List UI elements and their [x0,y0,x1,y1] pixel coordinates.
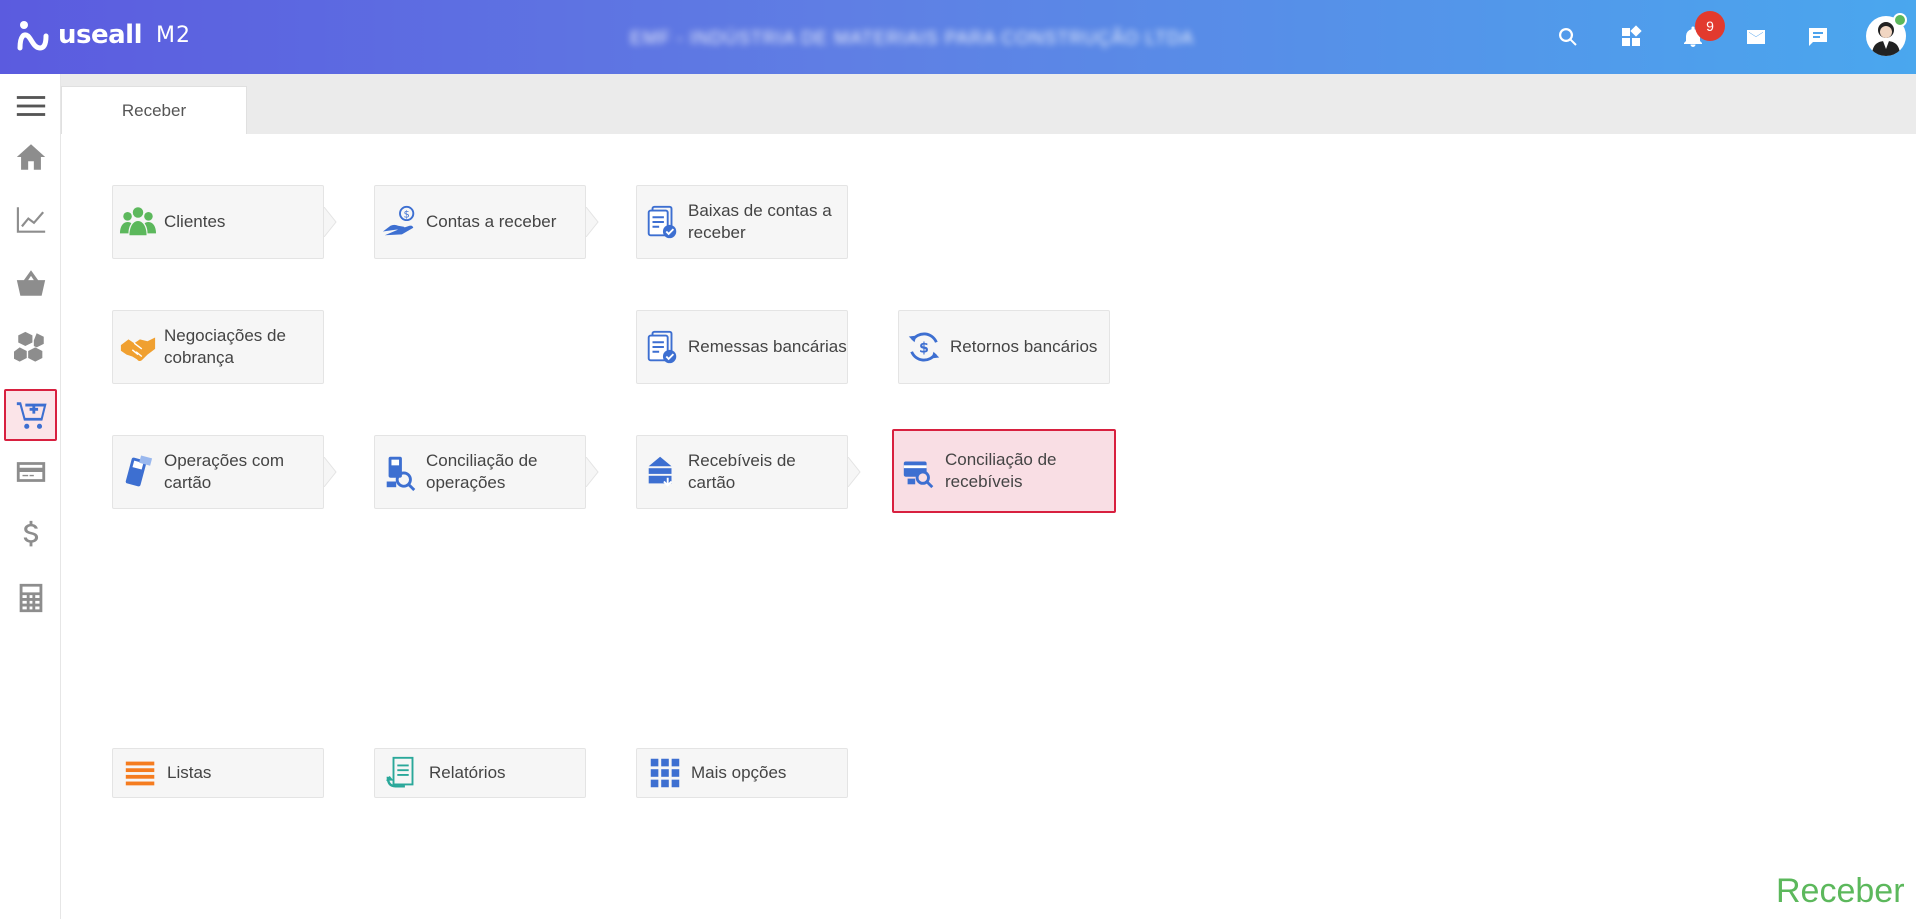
reconcile-operations-icon [380,452,420,492]
tile-label: Remessas bancárias [688,337,847,356]
tile-label: Conciliação de recebíveis [945,449,1057,493]
line-chart-icon [16,207,45,233]
sidebar-item-basket[interactable] [4,257,57,309]
tile-label: Clientes [164,212,226,231]
sidebar-item-receber[interactable] [4,389,57,441]
tile-label-line: Operações com [164,451,284,470]
useall-logo-icon [17,21,49,51]
tile-label: Relatórios [429,763,506,782]
tile-negociacoes-cobranca[interactable]: Negociações de cobrança [112,310,324,384]
dollar-icon [23,520,38,547]
tile-label-line: Conciliação de [945,450,1057,469]
sidebar-item-charts[interactable] [4,194,57,246]
tile-recebiveis-cartao[interactable]: Recebíveis de cartão [636,435,848,509]
top-header: useall M2 EMF - INDÚSTRIA DE MATERIAIS P… [0,0,1916,74]
apps-icon[interactable] [1616,22,1646,52]
cart-plus-icon [16,402,47,429]
tile-remessas-bancarias[interactable]: Remessas bancárias [636,310,848,384]
logo-text: useall [58,20,143,50]
grid-icon [645,753,685,793]
flow-arrow [585,206,599,238]
tile-label: Mais opções [691,763,787,782]
hamburger-icon [16,96,45,116]
search-icon[interactable] [1553,22,1583,52]
refresh-dollar-icon: $ [904,327,944,367]
sidebar-item-calculator[interactable] [4,572,57,624]
flow-arrow [323,206,337,238]
company-name: EMF - INDÚSTRIA DE MATERIAIS PARA CONSTR… [630,28,1195,48]
tile-clientes[interactable]: Clientes [112,185,324,259]
sidebar-item-dollar[interactable] [4,509,57,561]
tile-label: Listas [167,763,212,782]
clients-icon [118,202,158,242]
document-check-icon [642,202,682,242]
tile-label-line: Baixas de contas a [688,201,832,220]
tile-operacoes-cartao[interactable]: Operações com cartão [112,435,324,509]
svg-text:$: $ [404,209,410,220]
tile-label: Baixas de contas a receber [688,200,832,244]
flow-arrow [847,456,861,488]
document-check-icon [642,327,682,367]
calculator-icon [19,583,42,613]
online-status-dot [1893,13,1907,27]
card-receivable-icon [642,452,682,492]
tile-conciliacao-operacoes[interactable]: Conciliação de operações [374,435,586,509]
boxes-icon [13,331,44,362]
credit-card-icon [16,462,45,482]
hand-coin-icon: $ [380,202,420,242]
basket-icon [16,270,45,296]
card-machine-icon [118,452,158,492]
sidebar-item-home[interactable] [4,131,57,183]
app-logo[interactable]: useall M2 [16,18,191,52]
tile-label-line: cobrança [164,348,234,367]
tile-label-line: Negociações de [164,326,286,345]
tile-label-line: recebíveis [945,472,1023,491]
tab-receber[interactable]: Receber [61,86,247,134]
tile-baixas-contas-receber[interactable]: Baixas de contas a receber [636,185,848,259]
tile-label-line: operações [426,473,506,492]
tile-label-line: receber [688,223,746,242]
tile-label: Retornos bancários [950,337,1098,356]
sidebar [0,74,61,919]
report-icon [383,753,423,793]
tile-label-line: Conciliação de [426,451,538,470]
handshake-icon [118,327,158,367]
tile-label: Conciliação de operações [426,450,538,494]
tile-label: Operações com cartão [164,450,284,494]
tab-bar: Receber [61,74,1916,134]
reconcile-receivables-icon [899,451,939,491]
home-icon [16,144,45,170]
tile-label: Recebíveis de cartão [688,451,796,492]
flow-arrow [585,456,599,488]
tile-label: Negociações de cobrança [164,325,286,369]
tile-mais-opcoes[interactable]: Mais opções [636,748,848,798]
tile-listas[interactable]: Listas [112,748,324,798]
tile-label: Contas a receber [426,212,557,231]
tile-label-line: cartão [164,473,212,492]
svg-text:$: $ [919,341,929,357]
list-icon [121,753,161,793]
chat-icon[interactable] [1803,22,1833,52]
tile-relatorios[interactable]: Relatórios [374,748,586,798]
module-title: Receber [1776,872,1905,910]
logo-version: M2 [156,22,191,48]
flow-arrow [323,456,337,488]
tile-retornos-bancarios[interactable]: $ Retornos bancários [898,310,1110,384]
notification-badge: 9 [1695,11,1725,41]
sidebar-item-card[interactable] [4,446,57,498]
sidebar-item-boxes[interactable] [4,320,57,372]
tile-conciliacao-recebiveis[interactable]: Conciliação de recebíveis [892,429,1116,513]
mail-icon[interactable] [1741,22,1771,52]
sidebar-item-menu[interactable] [4,80,57,132]
tile-contas-receber[interactable]: $ Contas a receber [374,185,586,259]
